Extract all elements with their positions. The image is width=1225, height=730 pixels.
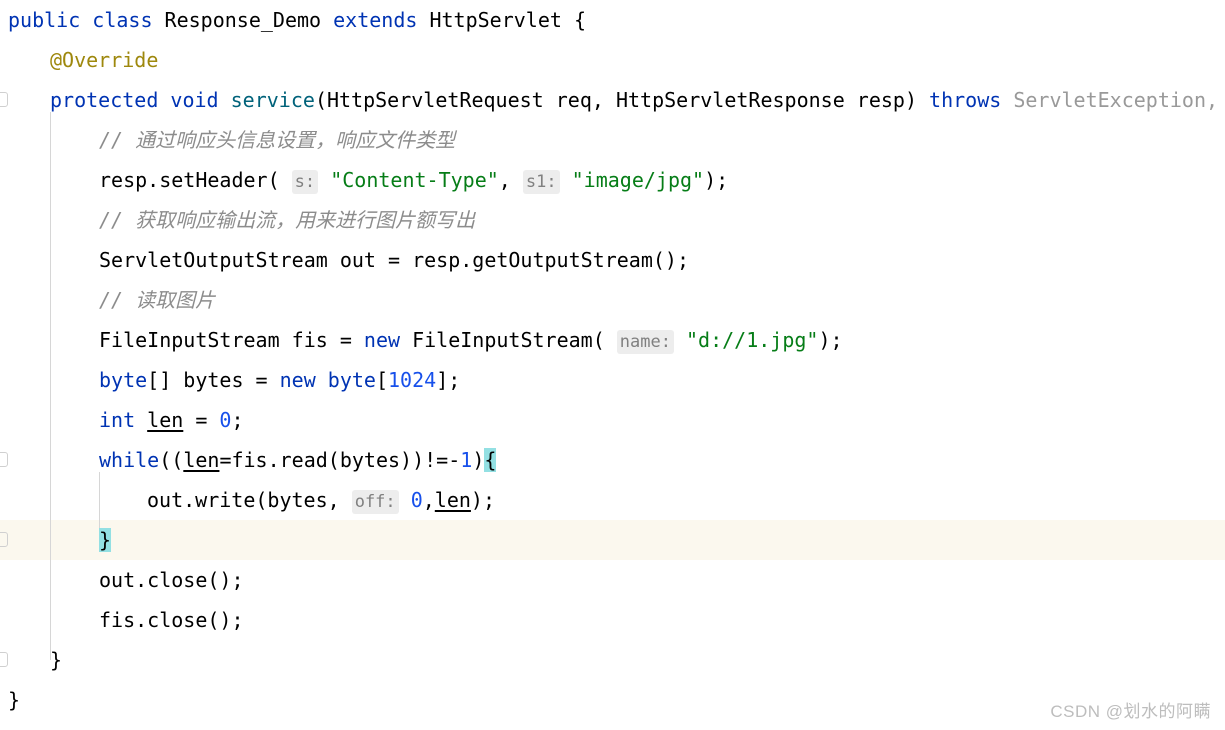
token-brace-hl: } xyxy=(99,528,112,552)
token-brace-hl: { xyxy=(484,448,497,472)
token-hint: off: xyxy=(351,490,399,514)
code-line-4[interactable]: // 通过响应头信息设置，响应文件类型 xyxy=(0,120,1225,160)
csdn-watermark: CSDN @划水的阿瞒 xyxy=(1050,702,1211,721)
token-plain: } xyxy=(50,648,63,672)
token-kw: int xyxy=(99,408,136,432)
token-plain: out.close(); xyxy=(99,568,244,592)
token-kw: new xyxy=(363,328,401,352)
token-kw: extends xyxy=(333,8,418,32)
code-line-8[interactable]: // 读取图片 xyxy=(0,280,1225,320)
code-line-18[interactable]: } xyxy=(0,680,1225,720)
token-str: "image/jpg" xyxy=(571,168,705,192)
code-line-16[interactable]: fis.close(); xyxy=(0,600,1225,640)
token-plain: ); xyxy=(470,488,496,512)
token-cmt: // 读取图片 xyxy=(99,288,216,312)
code-editor[interactable]: public class Response_Demo extends HttpS… xyxy=(0,0,1225,730)
token-cmt: // 通过响应头信息设置，响应文件类型 xyxy=(99,128,456,152)
token-plain: =fis.read(bytes))!=- xyxy=(219,448,461,472)
token-kw: public xyxy=(8,8,81,32)
token-plain: } xyxy=(8,688,21,712)
token-anno: @Override xyxy=(50,48,159,72)
token-plain: , xyxy=(422,488,435,512)
token-plain: [] bytes = xyxy=(147,368,280,392)
code-line-15[interactable]: out.close(); xyxy=(0,560,1225,600)
token-kw: throws xyxy=(929,88,1002,112)
token-plain: [ xyxy=(375,368,389,392)
token-plain: resp.setHeader( xyxy=(99,168,280,192)
code-line-6[interactable]: // 获取响应输出流，用来进行图片额写出 xyxy=(0,200,1225,240)
token-str: "d://1.jpg" xyxy=(686,328,819,352)
code-line-12[interactable]: while((len=fis.read(bytes))!=-1){ xyxy=(0,440,1225,480)
token-uline: len xyxy=(434,488,471,512)
code-line-2[interactable]: @Override xyxy=(0,40,1225,80)
token-str: "Content-Type" xyxy=(330,168,499,192)
token-plain: HttpServlet { xyxy=(417,8,587,32)
token-uline: len xyxy=(183,448,220,472)
token-kw: byte xyxy=(99,368,148,392)
code-line-10[interactable]: byte[] bytes = new byte[1024]; xyxy=(0,360,1225,400)
token-kw: void xyxy=(170,88,219,112)
token-num: 0 xyxy=(219,408,232,432)
code-line-3[interactable]: protected void service(HttpServletReques… xyxy=(0,80,1225,120)
token-num: 1024 xyxy=(388,368,437,392)
token-plain: , xyxy=(498,168,523,192)
token-plain: ); xyxy=(704,168,729,192)
code-line-9[interactable]: FileInputStream fis = new FileInputStrea… xyxy=(0,320,1225,360)
token-num: 1 xyxy=(460,448,473,472)
code-line-11[interactable]: int len = 0; xyxy=(0,400,1225,440)
token-plain: ; xyxy=(231,408,244,432)
token-plain: FileInputStream fis = xyxy=(99,328,364,352)
code-line-17[interactable]: } xyxy=(0,640,1225,680)
code-line-13[interactable]: out.write(bytes, off: 0,len); xyxy=(0,480,1225,520)
token-plain: ); xyxy=(818,328,843,352)
token-plain: out.write(bytes, xyxy=(147,488,352,512)
token-plain: (HttpServletRequest req, HttpServletResp… xyxy=(314,88,930,112)
token-num: 0 xyxy=(410,488,423,512)
token-kw: new xyxy=(279,368,316,392)
code-line-1[interactable]: public class Response_Demo extends HttpS… xyxy=(0,0,1225,40)
token-plain: Response_Demo xyxy=(152,8,334,32)
token-kw: byte xyxy=(327,368,376,392)
code-line-5[interactable]: resp.setHeader( s: "Content-Type", s1: "… xyxy=(0,160,1225,200)
token-cmt: // 获取响应输出流，用来进行图片额写出 xyxy=(99,208,476,232)
token-plain: FileInputStream( xyxy=(400,328,605,352)
token-hint: s1: xyxy=(522,170,560,194)
token-kw: protected xyxy=(50,88,159,112)
token-dim: ServletException, xyxy=(1001,88,1219,112)
token-plain: (( xyxy=(159,448,184,472)
token-mth: service xyxy=(230,88,315,112)
token-plain: ) xyxy=(472,448,485,472)
token-plain: = xyxy=(183,408,220,432)
token-kw: while xyxy=(99,448,160,472)
token-plain: ]; xyxy=(436,368,461,392)
token-plain: ServletOutputStream out = resp.getOutput… xyxy=(99,248,690,272)
token-uline: len xyxy=(147,408,184,432)
token-hint: s: xyxy=(291,170,319,194)
code-line-14[interactable]: } xyxy=(0,520,1225,560)
token-plain: fis.close(); xyxy=(99,608,244,632)
token-hint: name: xyxy=(616,330,674,354)
code-line-7[interactable]: ServletOutputStream out = resp.getOutput… xyxy=(0,240,1225,280)
token-kw: class xyxy=(92,8,153,32)
